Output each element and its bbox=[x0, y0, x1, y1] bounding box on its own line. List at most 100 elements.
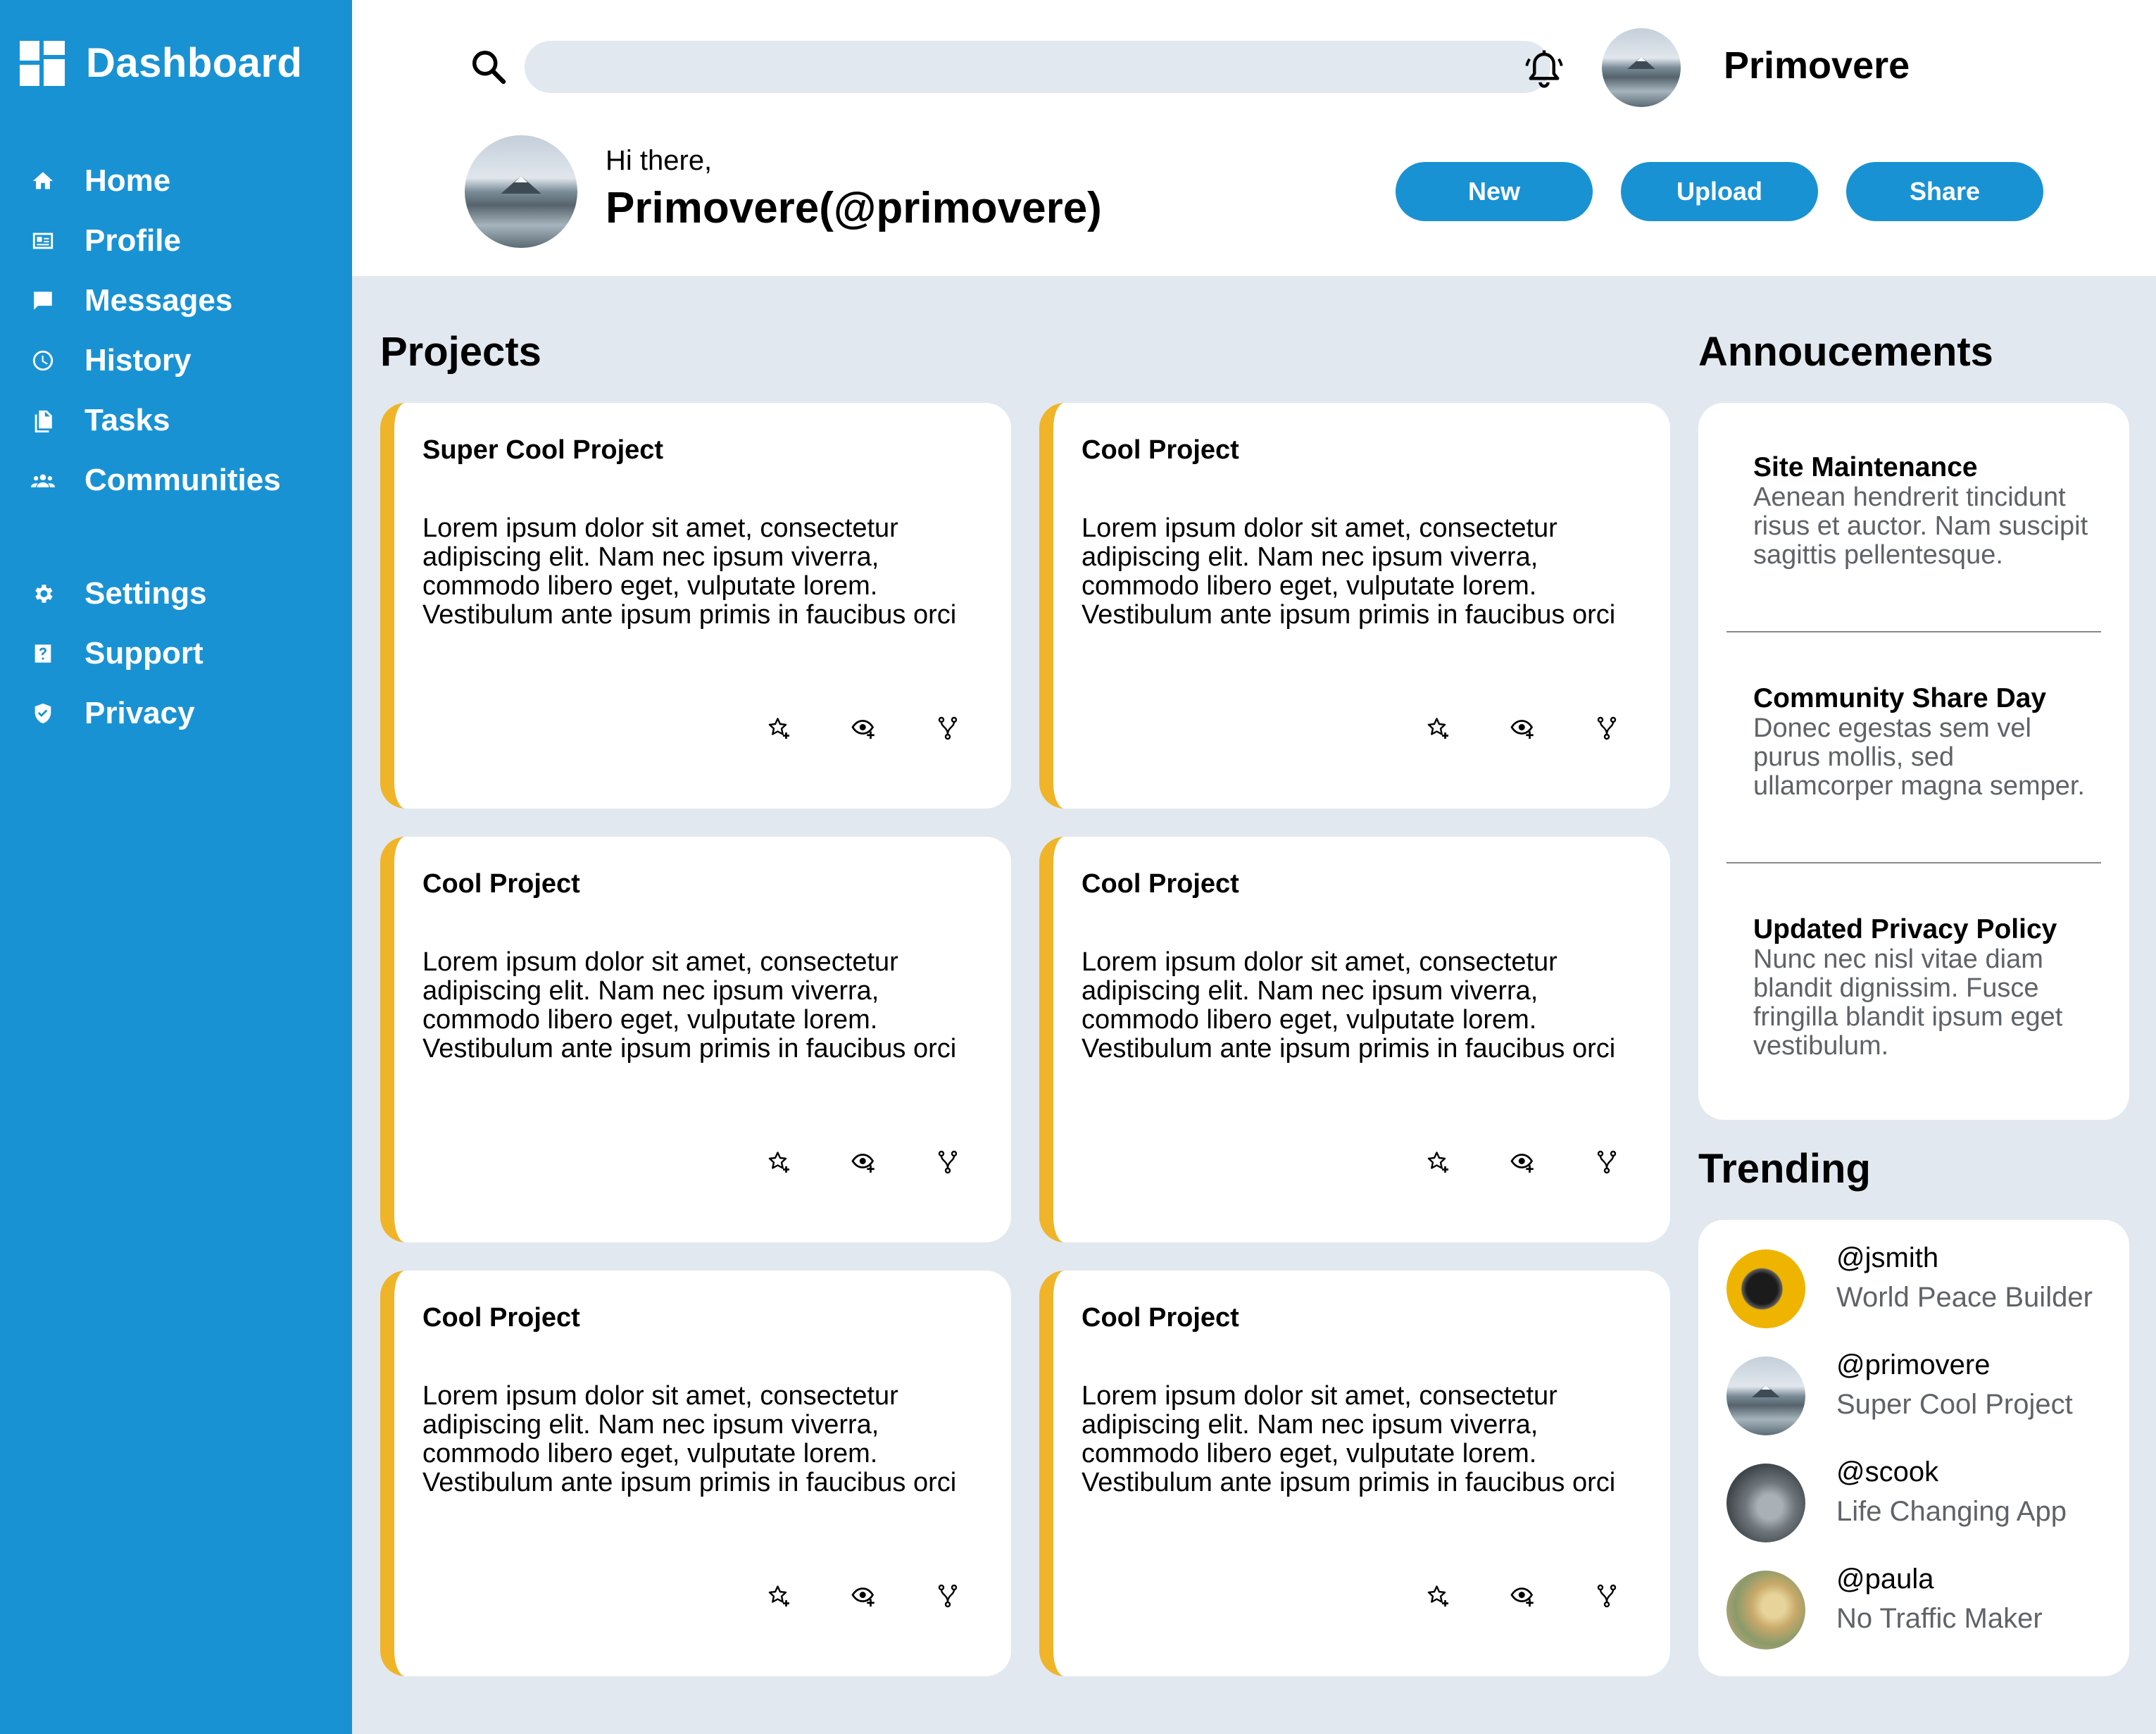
project-card[interactable]: Super Cool Project Lorem ipsum dolor sit… bbox=[380, 403, 1011, 809]
clock-icon bbox=[25, 343, 61, 378]
watch-icon[interactable] bbox=[821, 1141, 905, 1183]
project-actions bbox=[1396, 1141, 1649, 1183]
project-card[interactable]: Cool Project Lorem ipsum dolor sit amet,… bbox=[1039, 837, 1670, 1242]
announcement-title: Site Maintenance bbox=[1753, 452, 1978, 482]
star-add-icon[interactable] bbox=[737, 1575, 821, 1617]
trending-item[interactable]: @paula No Traffic Maker bbox=[1726, 1564, 2121, 1649]
search-input[interactable] bbox=[525, 41, 1550, 93]
upload-button[interactable]: Upload bbox=[1621, 162, 1818, 221]
sidebar-item-home[interactable]: Home bbox=[25, 151, 335, 211]
project-card[interactable]: Cool Project Lorem ipsum dolor sit amet,… bbox=[1039, 403, 1670, 809]
trending-handle: @jsmith bbox=[1836, 1242, 1939, 1273]
project-description: Lorem ipsum dolor sit amet, consectetur … bbox=[1082, 513, 1616, 630]
project-actions bbox=[1396, 1575, 1649, 1617]
trending-item[interactable]: @primovere Super Cool Project bbox=[1726, 1349, 2121, 1435]
announcement-body: Nunc nec nisl vitae diam blandit digniss… bbox=[1753, 944, 2063, 1061]
profile-avatar bbox=[465, 135, 577, 248]
announcements-title: Annoucements bbox=[1698, 329, 1993, 375]
star-add-icon[interactable] bbox=[737, 1141, 821, 1183]
avatar bbox=[1726, 1571, 1805, 1649]
sidebar-item-messages[interactable]: Messages bbox=[25, 270, 335, 330]
id-card-icon bbox=[25, 223, 61, 258]
watch-icon[interactable] bbox=[1480, 707, 1565, 749]
home-icon bbox=[25, 163, 61, 199]
star-add-icon[interactable] bbox=[1396, 1575, 1480, 1617]
trending-description: Super Cool Project bbox=[1836, 1389, 2073, 1420]
fork-icon[interactable] bbox=[905, 707, 990, 749]
trending-handle: @primovere bbox=[1836, 1349, 1991, 1380]
star-add-icon[interactable] bbox=[1396, 707, 1480, 749]
trending-item[interactable]: @jsmith World Peace Builder bbox=[1726, 1242, 2121, 1328]
brand-title: Dashboard bbox=[86, 40, 303, 86]
sidebar-item-label: Settings bbox=[84, 575, 207, 611]
project-title: Super Cool Project bbox=[422, 435, 664, 465]
announcement-item[interactable]: Site Maintenance Aenean hendrerit tincid… bbox=[1753, 452, 2091, 570]
fork-icon[interactable] bbox=[905, 1575, 990, 1617]
fork-icon[interactable] bbox=[905, 1141, 990, 1183]
announcement-item[interactable]: Updated Privacy Policy Nunc nec nisl vit… bbox=[1753, 914, 2091, 1061]
sidebar-item-settings[interactable]: Settings bbox=[25, 563, 335, 623]
sidebar-item-support[interactable]: Support bbox=[25, 623, 335, 683]
dashboard-logo-icon bbox=[20, 40, 65, 86]
project-description: Lorem ipsum dolor sit amet, consectetur … bbox=[1082, 947, 1616, 1064]
sidebar-item-communities[interactable]: Communities bbox=[25, 450, 335, 510]
project-actions bbox=[737, 1575, 990, 1617]
project-actions bbox=[1396, 707, 1649, 749]
project-actions bbox=[737, 1141, 990, 1183]
help-icon bbox=[25, 636, 61, 671]
search-icon[interactable] bbox=[468, 46, 510, 89]
document-icon bbox=[25, 403, 61, 438]
project-description: Lorem ipsum dolor sit amet, consectetur … bbox=[422, 1381, 957, 1497]
project-title: Cool Project bbox=[1082, 869, 1239, 899]
trending-title: Trending bbox=[1698, 1146, 1871, 1192]
new-button[interactable]: New bbox=[1396, 162, 1593, 221]
star-add-icon[interactable] bbox=[1396, 1141, 1480, 1183]
project-title: Cool Project bbox=[1082, 1303, 1239, 1333]
announcement-body: Donec egestas sem vel purus mollis, sed … bbox=[1753, 713, 2085, 801]
people-icon bbox=[25, 463, 61, 498]
sidebar-item-label: Profile bbox=[84, 223, 181, 258]
project-actions bbox=[737, 707, 990, 749]
project-card[interactable]: Cool Project Lorem ipsum dolor sit amet,… bbox=[1039, 1271, 1670, 1676]
share-button[interactable]: Share bbox=[1846, 162, 2043, 221]
watch-icon[interactable] bbox=[821, 1575, 905, 1617]
avatar[interactable] bbox=[1602, 28, 1681, 107]
fork-icon[interactable] bbox=[1565, 707, 1649, 749]
avatar bbox=[1726, 1356, 1805, 1435]
project-card[interactable]: Cool Project Lorem ipsum dolor sit amet,… bbox=[380, 1271, 1011, 1676]
fork-icon[interactable] bbox=[1565, 1575, 1649, 1617]
trending-description: World Peace Builder bbox=[1836, 1282, 2093, 1313]
trending-description: No Traffic Maker bbox=[1836, 1603, 2043, 1634]
project-card[interactable]: Cool Project Lorem ipsum dolor sit amet,… bbox=[380, 837, 1011, 1242]
project-description: Lorem ipsum dolor sit amet, consectetur … bbox=[422, 513, 957, 630]
watch-icon[interactable] bbox=[821, 707, 905, 749]
trending-item[interactable]: @scook Life Changing App bbox=[1726, 1457, 2121, 1542]
sidebar-item-label: Home bbox=[84, 163, 171, 198]
trending-handle: @paula bbox=[1836, 1564, 1934, 1595]
sidebar-item-history[interactable]: History bbox=[25, 330, 335, 390]
sidebar-item-profile[interactable]: Profile bbox=[25, 211, 335, 270]
brand[interactable]: Dashboard bbox=[20, 39, 302, 87]
avatar bbox=[1726, 1464, 1805, 1542]
announcement-item[interactable]: Community Share Day Donec egestas sem ve… bbox=[1753, 683, 2091, 801]
fork-icon[interactable] bbox=[1565, 1141, 1649, 1183]
sidebar-item-privacy[interactable]: Privacy bbox=[25, 683, 335, 743]
sidebar-item-label: Tasks bbox=[84, 402, 170, 437]
primary-nav: Home Profile Messages History Tasks Comm… bbox=[25, 151, 335, 510]
avatar bbox=[1726, 1249, 1805, 1328]
project-description: Lorem ipsum dolor sit amet, consectetur … bbox=[1082, 1381, 1616, 1497]
star-add-icon[interactable] bbox=[737, 707, 821, 749]
project-title: Cool Project bbox=[1082, 435, 1239, 465]
shield-icon bbox=[25, 696, 61, 731]
divider bbox=[1726, 631, 2101, 632]
gear-icon bbox=[25, 576, 61, 611]
sidebar-item-tasks[interactable]: Tasks bbox=[25, 390, 335, 450]
secondary-nav: Settings Support Privacy bbox=[25, 563, 335, 743]
announcement-title: Updated Privacy Policy bbox=[1753, 914, 2057, 944]
header-username: Primovere bbox=[1724, 44, 1910, 87]
sidebar-item-label: History bbox=[84, 342, 192, 378]
watch-icon[interactable] bbox=[1480, 1141, 1565, 1183]
bell-icon[interactable] bbox=[1521, 46, 1567, 93]
watch-icon[interactable] bbox=[1480, 1575, 1565, 1617]
project-description: Lorem ipsum dolor sit amet, consectetur … bbox=[422, 947, 957, 1064]
